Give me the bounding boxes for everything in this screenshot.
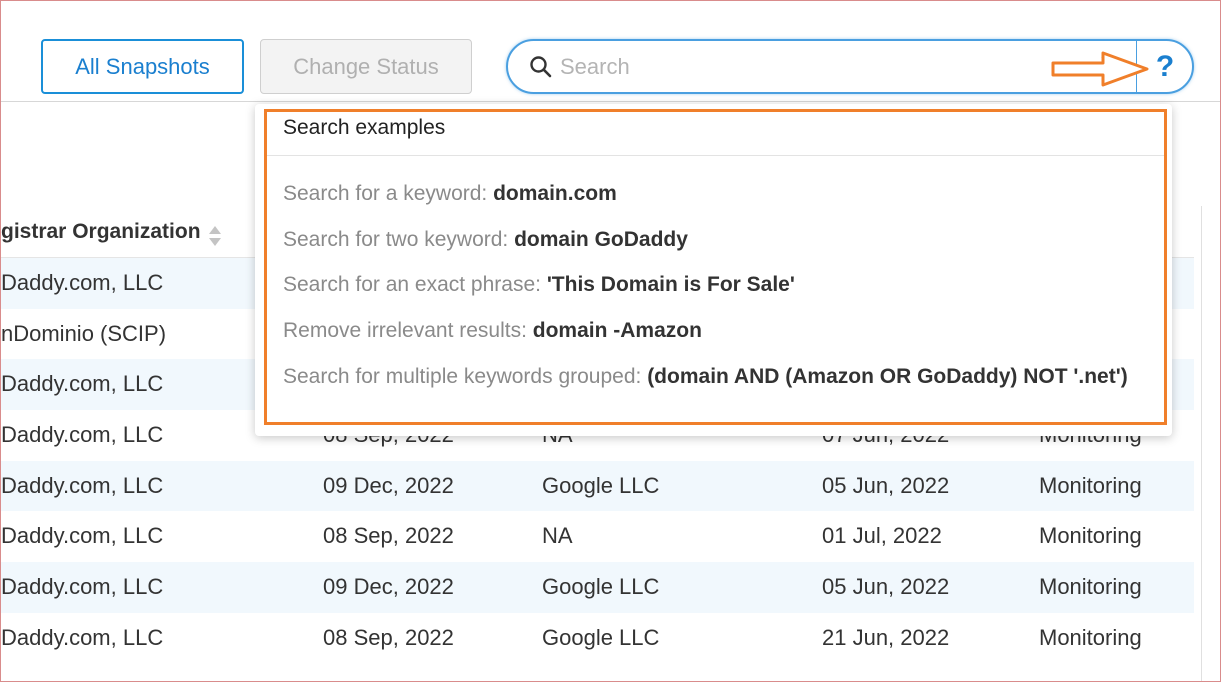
status-cell: Monitoring	[1039, 624, 1142, 650]
table-row[interactable]: Daddy.com, LLC 08 Sep, 2022 NA 01 Jul, 2022…	[1, 511, 1194, 562]
status-cell: Monitoring	[1039, 472, 1142, 498]
example-query: (domain AND (Amazon OR GoDaddy) NOT '.ne…	[647, 365, 1128, 388]
date-cell: 01 Jul, 2022	[822, 523, 942, 549]
search-example-item[interactable]: Remove irrelevant results: domain -Amazo…	[283, 319, 702, 343]
all-snapshots-button[interactable]: All Snapshots	[41, 39, 244, 94]
date-cell: 21 Jun, 2022	[822, 624, 950, 650]
organization-cell: NA	[542, 523, 573, 549]
date-cell: 08 Sep, 2022	[323, 624, 454, 650]
date-cell: 08 Sep, 2022	[323, 523, 454, 549]
status-cell: Monitoring	[1039, 523, 1142, 549]
app-window: All Snapshots Change Status X ? gistrar …	[0, 0, 1221, 682]
status-cell: Monitoring	[1039, 574, 1142, 600]
date-cell: 09 Dec, 2022	[323, 472, 454, 498]
change-status-button[interactable]: Change Status	[260, 39, 472, 94]
search-icon	[530, 56, 552, 78]
date-cell: 05 Jun, 2022	[822, 574, 950, 600]
organization-cell: Google LLC	[542, 624, 660, 650]
search-examples-title: Search examples	[283, 116, 446, 139]
example-query: domain.com	[493, 182, 617, 205]
date-cell: 05 Jun, 2022	[822, 472, 950, 498]
example-prefix: Search for an exact phrase:	[283, 273, 547, 296]
search-example-item[interactable]: Search for two keyword: domain GoDaddy	[283, 228, 688, 252]
organization-cell: Google LLC	[542, 574, 660, 600]
table-row[interactable]: Daddy.com, LLC 08 Sep, 2022 Google LLC 21 J…	[1, 613, 1194, 664]
registrar-cell: Daddy.com, LLC	[1, 523, 164, 549]
right-panel	[1201, 206, 1220, 681]
registrar-organization-header[interactable]: gistrar Organization	[1, 220, 201, 244]
toolbar: All Snapshots Change Status X ?	[1, 1, 1220, 102]
table-row[interactable]: Daddy.com, LLC 09 Dec, 2022 Google LLC 05 J…	[1, 460, 1194, 512]
registrar-cell: Daddy.com, LLC	[1, 574, 164, 600]
organization-cell: Google LLC	[542, 472, 660, 498]
sort-icon[interactable]	[207, 223, 223, 249]
example-prefix: Search for multiple keywords grouped:	[283, 365, 648, 388]
divider	[265, 155, 1165, 156]
example-prefix: Search for a keyword:	[283, 182, 494, 205]
example-query: domain GoDaddy	[514, 228, 688, 251]
search-example-item[interactable]: Search for multiple keywords grouped: (d…	[283, 365, 1128, 389]
search-example-item[interactable]: Search for an exact phrase: 'This Domain…	[283, 273, 795, 297]
registrar-cell: Daddy.com, LLC	[1, 472, 164, 498]
arrow-annotation-icon	[1051, 51, 1149, 87]
example-query: 'This Domain is For Sale'	[546, 273, 795, 296]
example-prefix: Remove irrelevant results:	[283, 319, 533, 342]
search-example-item[interactable]: Search for a keyword: domain.com	[283, 182, 617, 206]
registrar-cell: nDominio (SCIP)	[1, 320, 167, 346]
registrar-cell: Daddy.com, LLC	[1, 422, 164, 448]
example-prefix: Search for two keyword:	[283, 228, 515, 251]
registrar-cell: Daddy.com, LLC	[1, 371, 164, 397]
table-row[interactable]: Daddy.com, LLC 09 Dec, 2022 Google LLC 05 J…	[1, 562, 1194, 613]
example-query: domain -Amazon	[532, 319, 702, 342]
search-help-button[interactable]: ?	[1148, 49, 1182, 85]
search-examples-dropdown: Search examples Search for a keyword: do…	[255, 104, 1172, 436]
registrar-cell: Daddy.com, LLC	[1, 270, 164, 295]
registrar-cell: Daddy.com, LLC	[1, 624, 164, 650]
search-input[interactable]	[560, 51, 1040, 83]
date-cell: 09 Dec, 2022	[323, 574, 454, 600]
